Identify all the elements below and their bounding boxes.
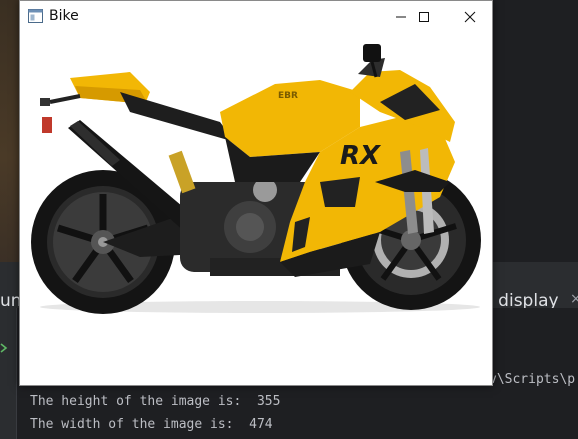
- maximize-button[interactable]: [401, 1, 447, 32]
- tail-section: [40, 72, 235, 142]
- fairing-badge-text: EBR: [278, 91, 298, 101]
- window-title: Bike: [49, 8, 79, 24]
- image-window: Bike EBR RX: [19, 0, 493, 386]
- ide-tool-strip: [0, 308, 17, 439]
- fairing-logo-text: RX: [340, 141, 382, 171]
- close-button[interactable]: [447, 1, 493, 32]
- maximize-icon: [419, 11, 429, 22]
- tab-close-icon[interactable]: ×: [570, 291, 578, 307]
- window-titlebar[interactable]: Bike: [20, 1, 492, 32]
- motorcycle-image: EBR RX: [31, 44, 481, 314]
- console-path-fragment: v\Scripts\p: [489, 372, 576, 387]
- console-line-height: The height of the image is: 355: [30, 394, 281, 409]
- run-chevron-icon[interactable]: [0, 343, 8, 353]
- image-canvas: EBR RX: [20, 32, 492, 385]
- console-line-width: The width of the image is: 474: [30, 417, 273, 432]
- app-window-icon: [28, 9, 43, 23]
- close-icon: [464, 11, 476, 22]
